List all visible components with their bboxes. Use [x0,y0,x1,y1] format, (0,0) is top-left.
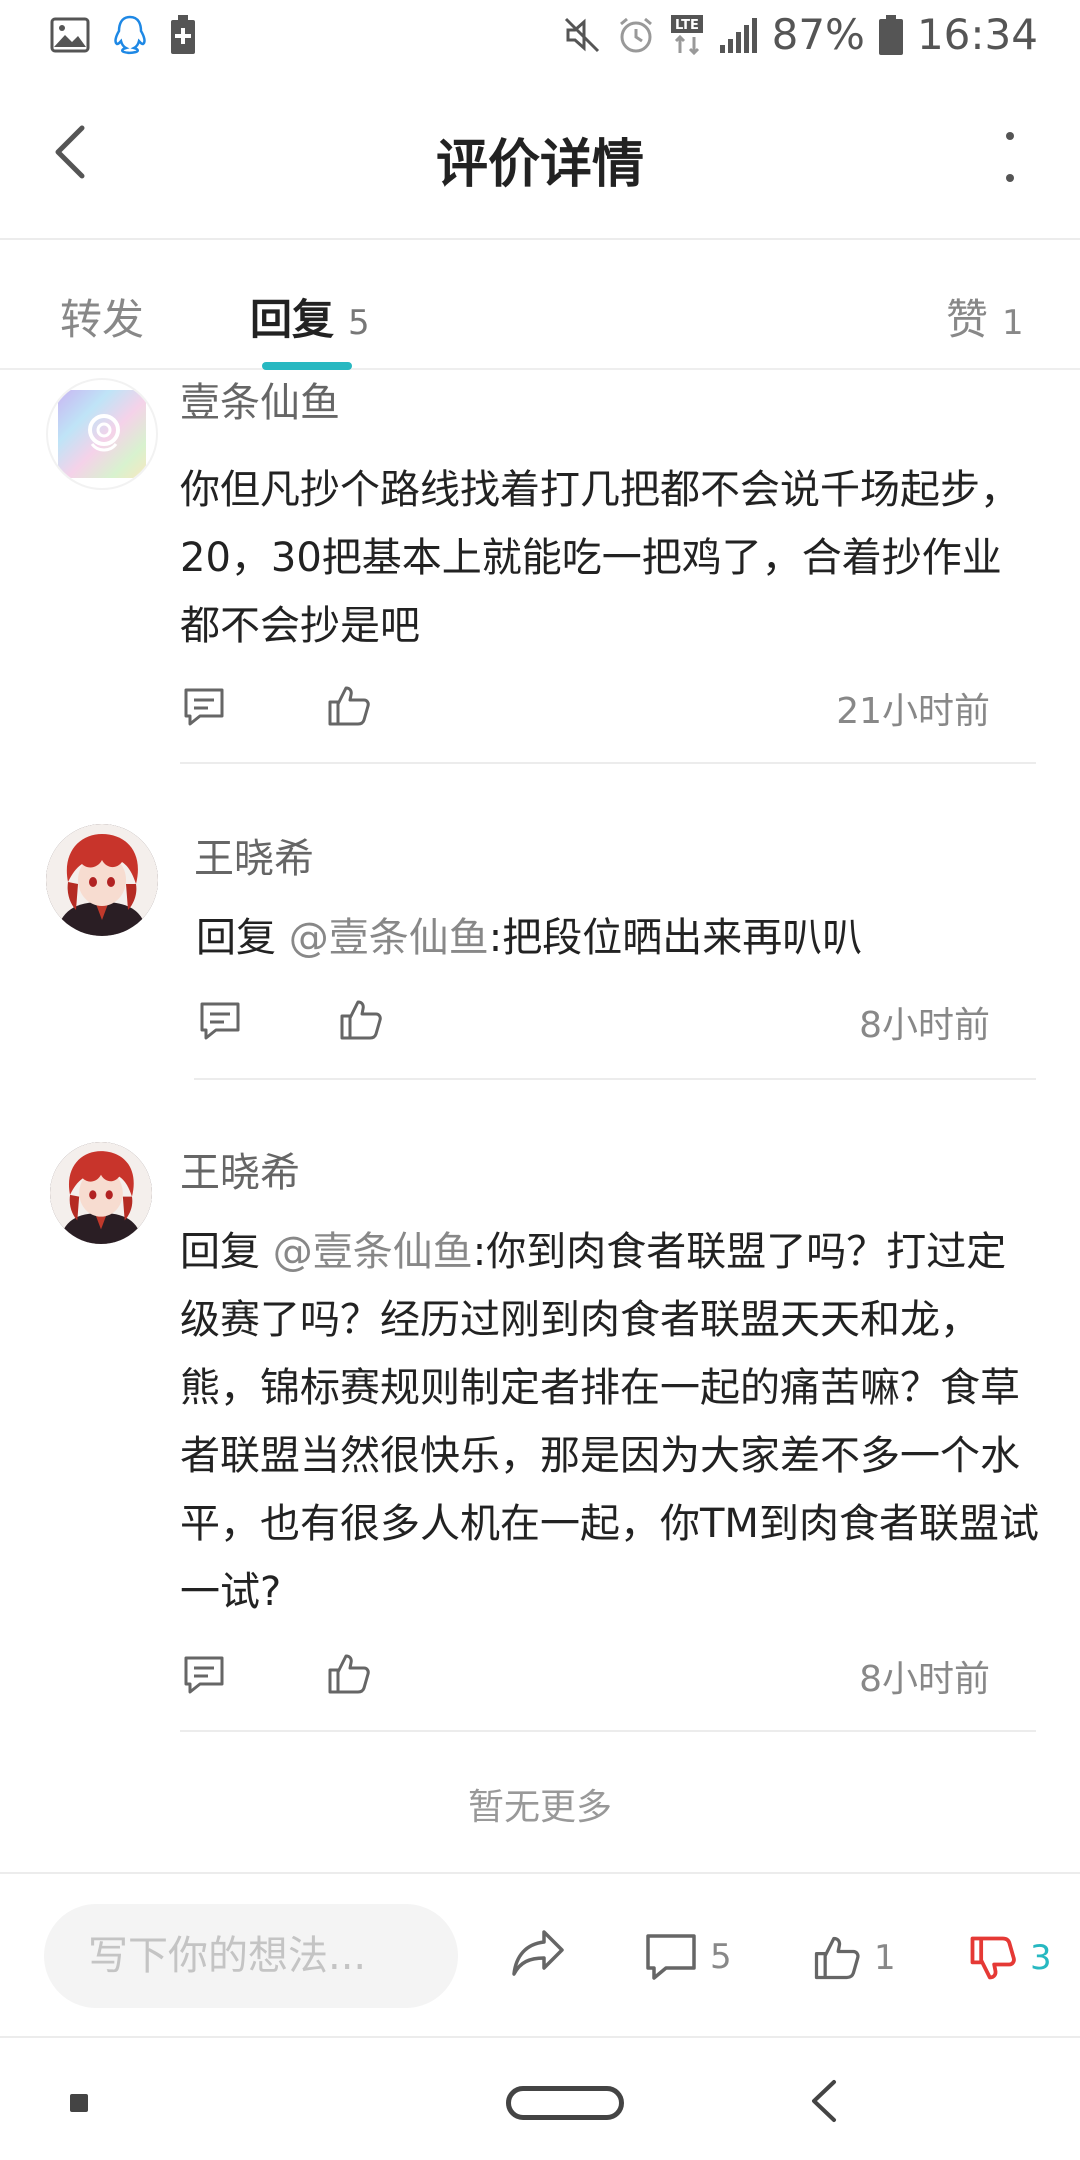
tab-count: 1 [1002,303,1024,343]
home-button[interactable] [506,2086,624,2120]
active-tab-indicator [262,362,352,370]
comment-count: 5 [710,1937,732,1977]
divider [180,1730,1036,1732]
thumbs-down-icon [970,1936,1016,1980]
reply-content: :把段位晒出来再叭叭 [488,915,863,961]
reply-prefix: 回复 [196,915,289,961]
signal-icon [719,17,757,53]
svg-text:LTE: LTE [675,18,699,33]
divider [194,1078,1036,1080]
nav-back-icon[interactable] [800,2076,850,2126]
anime-avatar-icon [50,1142,152,1244]
dislike-count: 3 [1030,1938,1052,1978]
share-icon [512,1930,564,1976]
comment-text: 你但凡抄个路线找着打几把都不会说千场起步，20，30把基本上就能吃一把鸡了，合着… [180,467,1020,649]
thumbs-up-icon [814,1936,860,1980]
thumbs-up-icon[interactable] [336,996,384,1044]
battery-percentage: 87% [771,10,865,59]
image-icon [50,17,90,53]
comment-username[interactable]: 王晓希 [180,1140,300,1198]
tab-bar: 转发 回复 5 赞 1 [0,240,1080,370]
lte-icon: LTE [670,14,703,55]
dislike-button[interactable]: 3 [966,1932,1052,1984]
clock: 16:34 [916,10,1038,59]
comment-icon [646,1934,696,1980]
status-bar: LTE 87% 16:34 [0,0,1080,72]
share-button[interactable] [508,1926,568,1980]
like-count: 1 [874,1938,896,1978]
battery-icon [878,14,903,55]
comment-actions: 21小时前 [180,676,1040,736]
comment-text: 回复 @壹条仙鱼:把段位晒出来再叭叭 [196,904,1036,972]
battery-saver-icon [171,15,195,54]
system-nav-bar [0,2036,1080,2160]
no-more-indicator: 暂无更多 [467,1787,612,1828]
reply-icon[interactable] [196,996,244,1044]
bottom-action-bar: 写下你的想法... 5 1 3 [0,1872,1080,2036]
comment-time: 21小时前 [836,691,990,732]
anime-avatar-icon [46,824,158,936]
swirl-logo-icon [88,414,120,452]
recent-apps-button[interactable] [70,2094,88,2112]
comment-username[interactable]: 王晓希 [194,826,314,884]
alarm-icon [619,17,652,52]
comment-actions: 8小时前 [196,990,1040,1050]
reply-icon[interactable] [180,1650,228,1698]
thumbs-up-icon[interactable] [324,1650,372,1698]
comment-username[interactable]: 壹条仙鱼 [180,370,340,428]
tab-replies[interactable]: 回复 5 [250,286,370,347]
page-title: 评价详情 [435,135,644,195]
comment-actions: 8小时前 [180,1644,1040,1704]
thumbs-up-icon[interactable] [324,682,372,730]
comments-button[interactable]: 5 [644,1932,732,1982]
tab-label: 回复 [250,295,335,344]
comment-time: 8小时前 [859,1659,990,1700]
tab-label: 赞 [946,295,989,344]
avatar[interactable] [46,378,158,490]
more-dot-icon [1006,132,1014,140]
divider [180,762,1036,764]
more-options-button[interactable] [1000,132,1020,182]
more-dot-icon [1006,174,1014,182]
tab-count: 5 [348,303,370,343]
reply-icon[interactable] [180,682,228,730]
avatar[interactable] [46,824,158,936]
mention-link[interactable]: @壹条仙鱼 [273,1229,473,1275]
mute-icon [564,17,599,52]
app-header: 评价详情 [0,72,1080,240]
reply-content: :你到肉食者联盟了吗？打过定级赛了吗？经历过刚到肉食者联盟天天和龙，熊，锦标赛规… [180,1229,1039,1615]
tab-label: 转发 [60,295,145,344]
qq-penguin-icon [114,15,146,54]
comment-text: 回复 @壹条仙鱼:你到肉食者联盟了吗？打过定级赛了吗？经历过刚到肉食者联盟天天和… [180,1218,1040,1626]
reply-prefix: 回复 [180,1229,273,1275]
mention-link[interactable]: @壹条仙鱼 [289,915,489,961]
tab-repost[interactable]: 转发 [60,286,158,347]
comment-input[interactable]: 写下你的想法... [44,1904,458,2008]
comment-time: 8小时前 [859,1005,990,1046]
avatar[interactable] [50,1142,152,1244]
tab-likes[interactable]: 赞 1 [946,286,1024,347]
like-button[interactable]: 1 [810,1932,896,1984]
